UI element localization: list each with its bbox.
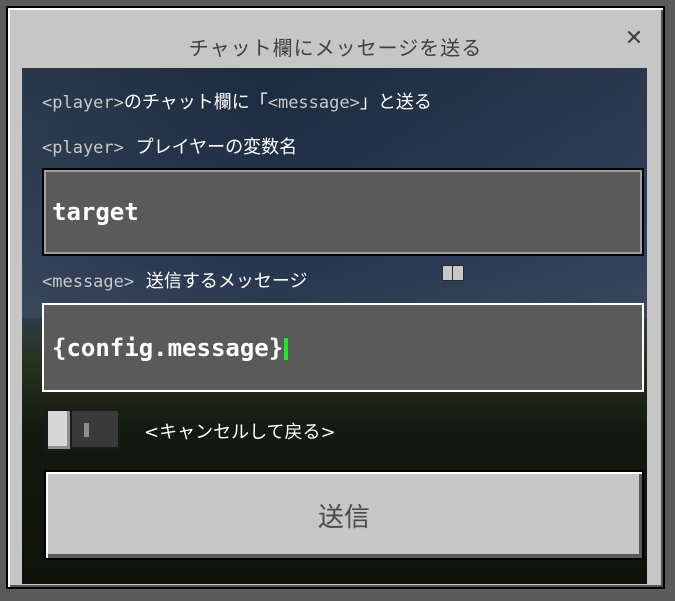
message-field-label: <message> 送信するメッセージ bbox=[42, 267, 308, 293]
message-token: <message> bbox=[267, 93, 360, 113]
description-middle: のチャット欄に「 bbox=[123, 92, 268, 113]
form-panel: <player>のチャット欄に「<message>」と送る <player> プ… bbox=[22, 68, 647, 584]
player-field-token: <player> bbox=[42, 138, 124, 158]
message-input-value: {config.message} bbox=[52, 333, 284, 362]
toggle-knob[interactable] bbox=[46, 409, 72, 451]
player-token: <player> bbox=[42, 93, 124, 113]
send-button-label: 送信 bbox=[317, 502, 370, 533]
description-end: 」と送る bbox=[359, 92, 432, 113]
dialog-window: チャット欄にメッセージを送る ✕ <player>のチャット欄に「<messag… bbox=[6, 6, 665, 589]
cancel-toggle-label: <キャンセルして戻る> bbox=[144, 422, 336, 443]
message-field-token: <message> bbox=[42, 272, 135, 292]
message-field-label-text: 送信するメッセージ bbox=[145, 271, 308, 292]
player-field-label-text: プレイヤーの変数名 bbox=[135, 137, 298, 158]
player-field-label: <player> プレイヤーの変数名 bbox=[42, 133, 297, 159]
text-caret bbox=[284, 337, 289, 360]
close-icon[interactable]: ✕ bbox=[623, 28, 645, 50]
send-button[interactable]: 送信 bbox=[44, 470, 644, 560]
form-description: <player>のチャット欄に「<message>」と送る bbox=[42, 88, 432, 114]
player-variable-value: target bbox=[52, 198, 139, 226]
toggle-indicator bbox=[84, 423, 89, 437]
cancel-toggle[interactable] bbox=[44, 409, 120, 451]
book-icon bbox=[442, 265, 464, 281]
message-input-value-wrap: {config.message} bbox=[52, 333, 289, 362]
dialog-title: チャット欄にメッセージを送る bbox=[188, 36, 483, 60]
message-input[interactable]: {config.message} bbox=[42, 303, 644, 392]
player-variable-input[interactable]: target bbox=[42, 168, 644, 256]
